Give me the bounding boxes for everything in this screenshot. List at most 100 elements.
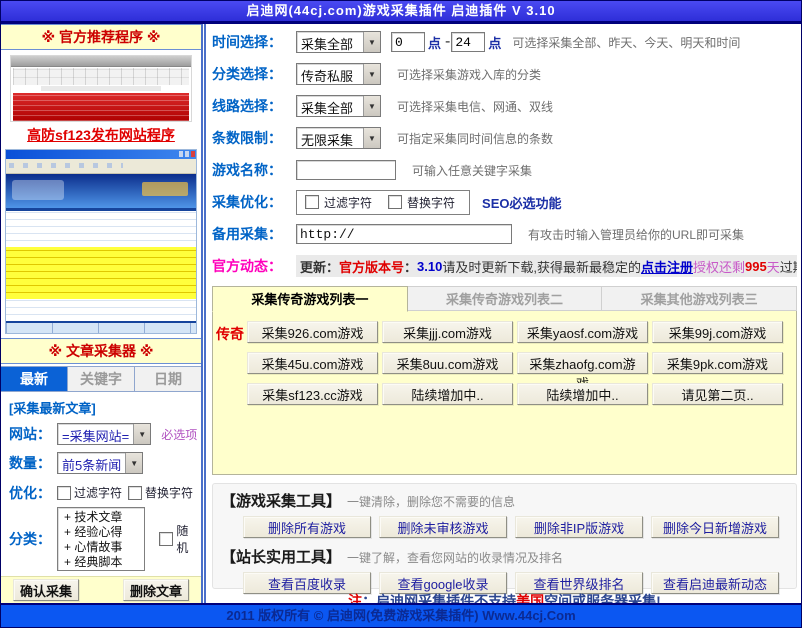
collect-game-button[interactable]: 采集jjj.com游戏 [382, 321, 513, 343]
time-select[interactable]: 采集全部 ▼ [296, 31, 381, 53]
game-tool-button[interactable]: 删除今日新增游戏 [651, 516, 779, 538]
seo-note: SEO必选功能 [482, 193, 561, 212]
optimize-main-label: 采集优化： [212, 192, 296, 212]
official-news-label: 官方动态： [212, 256, 296, 276]
count-row: 数量： 前5条新闻 ▼ [1, 449, 201, 478]
filter-chars-label: 过滤字符 [324, 194, 372, 211]
game-list-tab[interactable]: 采集传奇游戏列表二 [408, 286, 603, 311]
limit-select-row: 条数限制： 无限采集 ▼ 可指定采集同时间信息的条数 [212, 122, 797, 154]
collect-game-button[interactable]: 请见第二页.. [652, 383, 783, 405]
sidebar: ※ 官方推荐程序 ※ 高防sf123发布网站程序 [1, 24, 206, 603]
game-tool-button[interactable]: 删除所有游戏 [243, 516, 371, 538]
backup-row: 备用采集： 有攻击时输入管理员给你的URL即可采集 [212, 218, 797, 250]
register-link[interactable]: 点击注册 [641, 257, 693, 276]
limit-select[interactable]: 无限采集 ▼ [296, 127, 381, 149]
collect-game-button[interactable]: 采集zhaofg.com游戏 [517, 352, 648, 374]
collect-game-button[interactable]: 采集9pk.com游戏 [652, 352, 783, 374]
backup-url-input[interactable] [296, 224, 512, 244]
collect-game-button[interactable]: 采集99j.com游戏 [652, 321, 783, 343]
collect-game-button[interactable]: 陆续增加中.. [382, 383, 513, 405]
chevron-down-icon: ▼ [125, 453, 142, 473]
category-option[interactable]: + 经典脚本 [64, 555, 138, 570]
game-list-panel: 传奇 采集926.com游戏采集jjj.com游戏采集yaosf.com游戏采集… [212, 311, 797, 475]
collect-game-button[interactable]: 采集45u.com游戏 [247, 352, 378, 374]
time-to-input[interactable] [451, 32, 485, 52]
line-desc: 可选择采集电信、网通、双线 [397, 98, 553, 115]
game-list-tabs: 采集传奇游戏列表一采集传奇游戏列表二采集其他游戏列表三 [212, 286, 797, 311]
news-update-text: 更新： [300, 257, 339, 276]
filter-chars-checkbox[interactable] [305, 195, 319, 209]
sidebar-tab[interactable]: 日期 [135, 367, 201, 391]
collect-game-button[interactable]: 采集926.com游戏 [247, 321, 378, 343]
hour-unit-text: 点 [428, 33, 441, 52]
game-name-input[interactable] [296, 160, 396, 180]
news-version-label: 官方版本号 [339, 257, 404, 276]
collector-header-text: ※ 文章采集器 ※ [49, 343, 154, 359]
collect-game-button[interactable]: 采集8uu.com游戏 [382, 352, 513, 374]
category-select-label: 分类选择： [212, 64, 296, 84]
filter-checkbox[interactable] [57, 486, 71, 500]
category-option[interactable]: + 心情故事 [64, 540, 138, 555]
delete-article-button[interactable]: 删除文章 [123, 579, 189, 601]
app-window: 启迪网(44cj.com)游戏采集插件 启迪插件 V 3.10 ※ 官方推荐程序… [0, 0, 802, 628]
game-tools-desc: 一键清除，删除您不需要的信息 [347, 493, 515, 510]
collect-game-button[interactable]: 采集yaosf.com游戏 [517, 321, 648, 343]
time-from-input[interactable] [391, 32, 425, 52]
category-desc: 可选择采集游戏入库的分类 [397, 66, 541, 83]
game-tools-title: 【游戏采集工具】 [221, 490, 341, 511]
line-select-label: 线路选择： [212, 96, 296, 116]
chevron-down-icon: ▼ [363, 128, 380, 148]
chevron-down-icon: ▼ [133, 424, 150, 444]
line-select-value: 采集全部 [297, 96, 363, 116]
sidebar-tabs: 最新关键字日期 [1, 366, 201, 392]
auth-days-unit: 天 [767, 257, 780, 276]
promo-site-thumbnail[interactable] [10, 55, 192, 122]
note-prefix: 注 [348, 593, 362, 603]
collect-game-button[interactable]: 采集sf123.cc游戏 [247, 383, 378, 405]
category-row: 分类： + 技术文章+ 经验心得+ 心情故事+ 经典脚本 随机 [1, 506, 201, 573]
official-news-strip: 更新： 官方版本号 ： 3.10 请及时更新下载,获得最新最稳定的 点击注册 授… [296, 255, 797, 277]
limit-select-value: 无限采集 [297, 128, 363, 148]
replace-checkbox[interactable] [128, 486, 142, 500]
chevron-down-icon: ▼ [363, 32, 380, 52]
replace-chars-checkbox[interactable] [388, 195, 402, 209]
required-note: 必选项 [161, 426, 197, 443]
main-panel: 时间选择： 采集全部 ▼ 点 - 点 可选择采集全部、昨天、今天、明天和时间 分… [206, 24, 801, 603]
category-select-row: 分类选择： 传奇私服 ▼ 可选择采集游戏入库的分类 [212, 58, 797, 90]
site-select[interactable]: =采集网站= ▼ [57, 423, 151, 445]
collector-site-thumbnail[interactable] [5, 149, 197, 335]
category-label: 分类： [9, 529, 57, 549]
backup-desc: 有攻击时输入管理员给你的URL即可采集 [528, 226, 744, 243]
optimize-row: 优化： 过滤字符 替换字符 [1, 480, 201, 505]
sidebar-tab[interactable]: 最新 [1, 367, 68, 391]
category-listbox[interactable]: + 技术文章+ 经验心得+ 心情故事+ 经典脚本 [57, 507, 145, 571]
site-select-value: =采集网站= [58, 424, 133, 444]
line-select[interactable]: 采集全部 ▼ [296, 95, 381, 117]
game-list-tab[interactable]: 采集传奇游戏列表一 [212, 286, 408, 312]
chevron-down-icon: ▼ [363, 64, 380, 84]
game-list-tab[interactable]: 采集其他游戏列表三 [602, 286, 797, 311]
game-tool-button[interactable]: 删除非IP版游戏 [515, 516, 643, 538]
browser-titlebar [6, 150, 196, 159]
sidebar-tab[interactable]: 关键字 [68, 367, 135, 391]
game-tool-button[interactable]: 删除未审核游戏 [379, 516, 507, 538]
time-row: 时间选择： 采集全部 ▼ 点 - 点 可选择采集全部、昨天、今天、明天和时间 [212, 26, 797, 58]
category-select[interactable]: 传奇私服 ▼ [296, 63, 381, 85]
table-rows-highlighted [6, 247, 196, 299]
table-footer-cells [6, 321, 196, 334]
collect-game-button[interactable]: 陆续增加中.. [517, 383, 648, 405]
count-select[interactable]: 前5条新闻 ▼ [57, 452, 143, 474]
sidebar-button-bar: 确认采集 删除文章 [1, 576, 201, 603]
auth-remaining-text: 授权还剩 [693, 257, 745, 276]
promo-caption-link[interactable]: 高防sf123发布网站程序 [1, 125, 201, 145]
note-text-1: 启迪网采集插件不支持 [376, 593, 516, 603]
site-label: 网站： [9, 424, 57, 444]
hour-unit-text: 点 [488, 33, 501, 52]
category-option[interactable]: + 经验心得 [64, 525, 138, 540]
category-option[interactable]: + 技术文章 [64, 510, 138, 525]
confirm-collect-button[interactable]: 确认采集 [13, 579, 79, 601]
replace-chars-label: 替换字符 [407, 194, 455, 211]
random-checkbox[interactable] [159, 532, 173, 546]
count-select-value: 前5条新闻 [58, 453, 125, 473]
section-title: [采集最新文章] [1, 392, 201, 419]
